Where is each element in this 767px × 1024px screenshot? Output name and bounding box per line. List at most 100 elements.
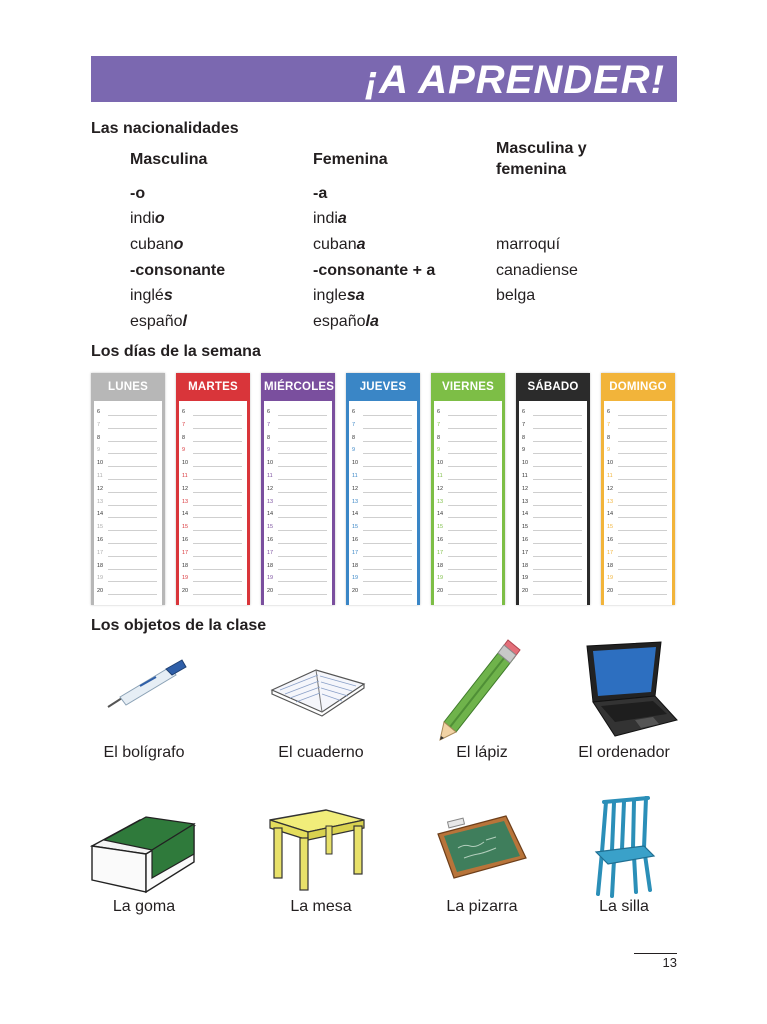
hour-label: 12 xyxy=(352,485,359,492)
hour-line xyxy=(278,543,327,544)
hour-label: 13 xyxy=(607,498,614,505)
hour-line xyxy=(363,594,412,596)
hour-label: 13 xyxy=(267,498,274,505)
hour-line xyxy=(448,504,497,506)
hour-label: 14 xyxy=(607,511,614,518)
day-label: JUEVES xyxy=(349,373,417,401)
hour-label: 20 xyxy=(607,588,614,595)
hour-line xyxy=(363,504,412,506)
day-column: SÁBADO 6 7 8 9 10 11 12 13 14 15 16 17 18 19 20 xyxy=(516,373,590,605)
hour-line xyxy=(363,427,412,429)
hour-line xyxy=(278,568,327,570)
hour-label: 12 xyxy=(607,485,614,492)
hour-line xyxy=(448,491,497,493)
page-title: ¡A APRENDER! xyxy=(364,58,665,102)
hour-line xyxy=(108,415,157,416)
hour-line xyxy=(193,517,242,519)
hour-line xyxy=(448,594,497,596)
page-number: 13 xyxy=(662,955,677,970)
hour-label: 15 xyxy=(607,524,614,531)
hour-line xyxy=(193,466,242,468)
hour-label: 15 xyxy=(97,524,104,531)
rule-masc-o: -o xyxy=(130,185,146,202)
hour-line xyxy=(448,479,497,480)
hour-line xyxy=(193,594,242,596)
hour-label: 20 xyxy=(267,588,274,595)
hour-line xyxy=(448,555,497,557)
column-both: Masculina y femenina xyxy=(496,140,587,178)
hour-line xyxy=(108,530,157,532)
eraser-icon xyxy=(90,816,197,894)
hour-line xyxy=(533,440,582,442)
column-masculine: Masculina xyxy=(130,151,208,168)
hour-line xyxy=(363,466,412,468)
hour-line xyxy=(448,415,497,416)
object-label-table: La mesa xyxy=(290,898,352,915)
footer-rule xyxy=(634,953,677,954)
hour-label: 7 xyxy=(352,421,356,428)
hour-label: 13 xyxy=(352,498,359,505)
object-label-eraser: La goma xyxy=(112,898,176,915)
hour-line xyxy=(363,581,412,583)
hour-line xyxy=(363,517,412,519)
hour-label: 19 xyxy=(437,575,444,582)
hour-label: 12 xyxy=(437,485,444,492)
hour-line xyxy=(278,466,327,468)
object-label-laptop: El ordenador xyxy=(578,744,670,761)
hour-line xyxy=(363,440,412,442)
hour-line xyxy=(278,415,327,416)
hour-line xyxy=(108,555,157,557)
hour-label: 11 xyxy=(522,473,528,479)
hour-label: 8 xyxy=(352,434,356,441)
hour-label: 6 xyxy=(522,409,526,415)
hour-line xyxy=(108,440,157,442)
hour-line xyxy=(618,517,667,519)
hour-label: 7 xyxy=(267,421,271,428)
hour-label: 12 xyxy=(267,485,274,492)
example-both: belga xyxy=(496,287,536,304)
hour-line xyxy=(193,543,242,544)
hour-label: 19 xyxy=(182,575,189,582)
hour-label: 19 xyxy=(267,575,274,582)
hour-line xyxy=(363,415,412,416)
example-masc: cubano xyxy=(130,236,184,253)
hour-line xyxy=(278,517,327,519)
hour-line xyxy=(108,479,157,480)
hour-line xyxy=(533,594,582,596)
hour-label: 7 xyxy=(607,421,611,428)
chalkboard-icon xyxy=(437,815,527,879)
hour-label: 9 xyxy=(182,447,186,454)
hour-line xyxy=(278,479,327,480)
day-label: MARTES xyxy=(179,373,247,401)
hour-label: 13 xyxy=(182,498,189,505)
day-label: VIERNES xyxy=(434,373,502,401)
hour-label: 6 xyxy=(182,409,186,415)
day-label: MIÉRCOLES xyxy=(264,373,334,401)
hour-label: 10 xyxy=(182,460,189,467)
hour-label: 9 xyxy=(267,447,271,454)
hour-label: 6 xyxy=(267,409,271,415)
hour-label: 14 xyxy=(522,511,529,518)
hour-line xyxy=(363,491,412,493)
hour-line xyxy=(618,466,667,468)
hour-line xyxy=(193,568,242,570)
hour-line xyxy=(278,594,327,596)
day-column: VIERNES 6 7 8 9 10 11 12 13 14 15 16 17 18 19 20 xyxy=(431,373,505,605)
hour-label: 16 xyxy=(437,537,444,543)
hour-label: 8 xyxy=(437,434,441,441)
hour-label: 18 xyxy=(182,562,189,569)
hour-line xyxy=(448,581,497,583)
hour-label: 17 xyxy=(437,549,444,556)
hour-label: 12 xyxy=(97,485,104,492)
hour-line xyxy=(108,466,157,468)
hour-label: 11 xyxy=(607,473,613,479)
hour-line xyxy=(193,440,242,442)
hour-label: 11 xyxy=(97,473,103,479)
hour-label: 13 xyxy=(522,498,529,505)
hour-label: 19 xyxy=(352,575,359,582)
hour-line xyxy=(363,530,412,532)
hour-line xyxy=(448,440,497,442)
hour-label: 20 xyxy=(522,588,529,595)
hour-line xyxy=(448,427,497,429)
hour-label: 7 xyxy=(522,421,526,428)
